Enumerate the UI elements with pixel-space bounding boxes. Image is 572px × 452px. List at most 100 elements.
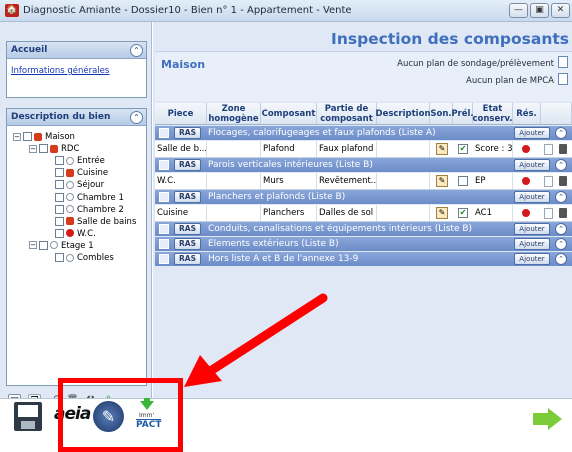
cell-piece[interactable]: Salle de b... — [155, 141, 207, 157]
note-icon[interactable] — [544, 144, 553, 155]
next-arrow-icon[interactable] — [548, 408, 562, 430]
collapse-icon[interactable]: ⌃ — [555, 253, 567, 265]
collapse-icon[interactable]: ⌃ — [555, 127, 567, 139]
expand-icon[interactable] — [45, 205, 53, 213]
cell-zone[interactable] — [207, 173, 261, 189]
cell-description[interactable] — [377, 141, 430, 157]
expand-icon[interactable] — [45, 193, 53, 201]
trash-icon[interactable] — [559, 144, 567, 154]
ras-button[interactable]: RAS — [174, 127, 201, 139]
collapse-icon[interactable]: ⌃ — [130, 111, 143, 124]
cell-zone[interactable] — [207, 205, 261, 221]
document-icon[interactable] — [558, 73, 568, 85]
cell-partie[interactable]: Dalles de sol — [317, 205, 377, 221]
column-header[interactable]: Prél. — [451, 103, 474, 125]
expand-icon[interactable] — [45, 229, 53, 237]
cell-etat[interactable]: Score : 3 — [473, 141, 513, 157]
tree-node[interactable]: Chambre 2 — [45, 204, 124, 216]
cell-zone[interactable] — [207, 141, 261, 157]
tree-checkbox[interactable] — [55, 168, 64, 178]
note-icon[interactable] — [544, 176, 553, 187]
pencil-icon[interactable]: ✎ — [436, 175, 448, 187]
group-checkbox[interactable] — [159, 128, 169, 138]
tree-checkbox[interactable] — [55, 180, 64, 190]
collapse-icon[interactable]: ⌃ — [555, 223, 567, 235]
ajouter-button[interactable]: Ajouter — [514, 253, 550, 265]
tree-checkbox[interactable] — [55, 156, 64, 166]
prelevement-checkbox[interactable]: ✔ — [458, 208, 468, 218]
close-button[interactable]: ✕ — [551, 3, 570, 18]
table-row[interactable]: Cuisine Planchers Dalles de sol ✎ ✔ AC1 — [155, 205, 572, 222]
column-header[interactable]: Piece — [155, 103, 207, 125]
group-checkbox[interactable] — [159, 239, 169, 249]
column-header[interactable]: Partie de composant — [317, 103, 377, 125]
expand-icon[interactable]: − — [29, 144, 37, 153]
tree-node[interactable]: Chambre 1 — [45, 192, 124, 204]
ajouter-button[interactable]: Ajouter — [514, 191, 550, 203]
ajouter-button[interactable]: Ajouter — [514, 127, 550, 139]
prelevement-checkbox[interactable]: ✔ — [458, 144, 468, 154]
next-arrow-icon[interactable] — [533, 413, 549, 425]
tree-node[interactable]: W.C. — [45, 228, 96, 240]
tree-node[interactable]: Combles — [45, 252, 114, 264]
column-header[interactable]: Son. — [430, 103, 453, 125]
expand-icon[interactable] — [45, 217, 53, 225]
expand-icon[interactable]: − — [13, 132, 21, 141]
collapse-icon[interactable]: ⌃ — [555, 238, 567, 250]
expand-icon[interactable] — [45, 169, 53, 177]
cell-etat[interactable]: EP — [473, 173, 513, 189]
tree-node[interactable]: Séjour — [45, 179, 104, 191]
tree-node[interactable]: − Maison — [13, 131, 75, 143]
ras-button[interactable]: RAS — [174, 191, 201, 203]
cell-composant[interactable]: Murs — [261, 173, 317, 189]
ras-button[interactable]: RAS — [174, 253, 201, 265]
tree-checkbox[interactable] — [55, 228, 64, 238]
pencil-icon[interactable]: ✎ — [436, 207, 448, 219]
expand-icon[interactable] — [45, 181, 53, 189]
tree-checkbox[interactable] — [39, 240, 48, 250]
group-checkbox[interactable] — [159, 254, 169, 264]
ajouter-button[interactable]: Ajouter — [514, 223, 550, 235]
cell-description[interactable] — [377, 205, 430, 221]
trash-icon[interactable] — [559, 176, 567, 186]
tree-checkbox[interactable] — [55, 204, 64, 214]
cell-piece[interactable]: Cuisine — [155, 205, 207, 221]
tree-node[interactable]: Entrée — [45, 155, 105, 167]
expand-icon[interactable] — [45, 254, 53, 262]
expand-icon[interactable]: − — [29, 241, 37, 250]
cell-composant[interactable]: Planchers — [261, 205, 317, 221]
minimize-button[interactable]: — — [509, 3, 528, 18]
tree-checkbox[interactable] — [55, 253, 64, 262]
cell-partie[interactable]: Revêtement... — [317, 173, 377, 189]
ras-button[interactable]: RAS — [174, 238, 201, 250]
column-header[interactable]: Rés. — [513, 103, 541, 125]
restore-button[interactable]: ▣ — [530, 3, 549, 18]
ras-button[interactable]: RAS — [174, 223, 201, 235]
tree-checkbox[interactable] — [23, 132, 32, 141]
tree-node[interactable]: Salle de bains — [45, 216, 136, 228]
cell-etat[interactable]: AC1 — [473, 205, 513, 221]
expand-icon[interactable] — [45, 157, 53, 165]
column-header[interactable]: Etat conserv. — [473, 103, 513, 125]
pencil-icon[interactable]: ✎ — [436, 143, 448, 155]
cell-partie[interactable]: Faux plafond — [317, 141, 377, 157]
accueil-panel-header[interactable]: Accueil ⌃ — [7, 42, 146, 59]
group-checkbox[interactable] — [159, 192, 169, 202]
collapse-icon[interactable]: ⌃ — [130, 44, 143, 57]
description-panel-header[interactable]: Description du bien ⌃ — [7, 109, 146, 126]
column-header[interactable]: Description — [376, 103, 431, 125]
tree-node[interactable]: Cuisine — [45, 167, 108, 179]
trash-icon[interactable] — [559, 208, 567, 218]
group-checkbox[interactable] — [159, 160, 169, 170]
tree-checkbox[interactable] — [39, 144, 48, 154]
tree-checkbox[interactable] — [55, 192, 64, 202]
ras-button[interactable]: RAS — [174, 159, 201, 171]
cell-composant[interactable]: Plafond — [261, 141, 317, 157]
column-header[interactable]: Composant — [261, 103, 317, 125]
save-floppy-icon[interactable] — [14, 402, 42, 431]
cell-piece[interactable]: W.C. — [155, 173, 207, 189]
ajouter-button[interactable]: Ajouter — [514, 159, 550, 171]
table-row[interactable]: Salle de b... Plafond Faux plafond ✎ ✔ Score … — [155, 141, 572, 158]
collapse-icon[interactable]: ⌃ — [555, 191, 567, 203]
cell-description[interactable] — [377, 173, 430, 189]
